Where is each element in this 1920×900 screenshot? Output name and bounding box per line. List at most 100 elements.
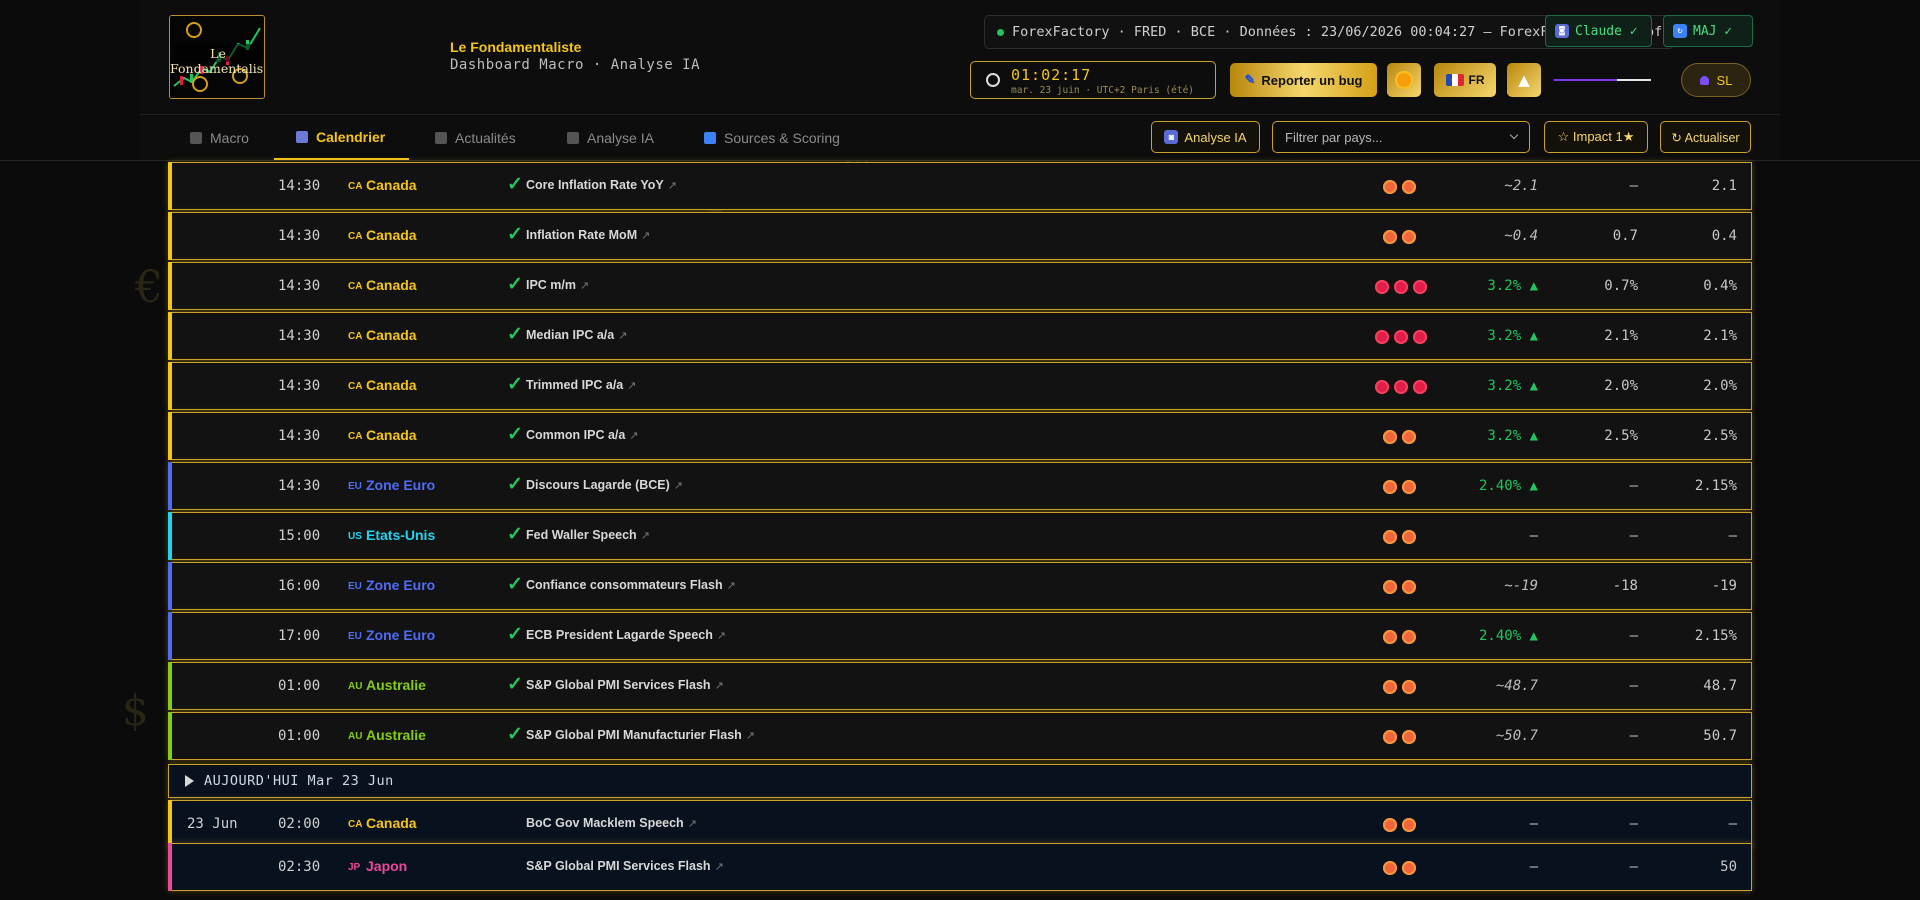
- event-row[interactable]: 17:00 EU Zone Euro ✓ ECB President Lagarde S…: [168, 612, 1752, 660]
- country-code: AU: [348, 681, 363, 692]
- impact-dot-icon: [1402, 180, 1416, 194]
- claude-status-button[interactable]: ◙ Claude ✓: [1545, 15, 1652, 47]
- event-name[interactable]: S&P Global PMI Services Flash ↗: [526, 859, 724, 873]
- event-name[interactable]: Common IPC a/a ↗: [526, 428, 639, 442]
- previous-value: 2.15%: [1694, 478, 1737, 494]
- event-row[interactable]: 15:00 US Etats-Unis ✓ Fed Waller Speech ↗ — — —: [168, 512, 1752, 560]
- event-name[interactable]: BoC Gov Macklem Speech ↗: [526, 816, 697, 830]
- external-link-icon[interactable]: ↗: [717, 630, 726, 642]
- event-row[interactable]: 14:30 CA Canada ✓ Trimmed IPC a/a ↗ 3.2% ▲ 2.0%…: [168, 362, 1752, 410]
- euro-glyph-bg: €: [135, 262, 163, 313]
- event-name[interactable]: Core Inflation Rate YoY ↗: [526, 178, 677, 192]
- event-name-text: IPC m/m: [526, 278, 577, 292]
- event-row[interactable]: 01:00 AU Australie ✓ S&P Global PMI Manufact…: [168, 712, 1752, 760]
- event-row[interactable]: 14:30 CA Canada ✓ Median IPC a/a ↗ 3.2% ▲ 2.1% 2…: [168, 312, 1752, 360]
- event-row[interactable]: 14:30 CA Canada ✓ Core Inflation Rate YoY ↗ ~2…: [168, 162, 1752, 210]
- robot-icon: ◙: [1555, 24, 1569, 38]
- external-link-icon[interactable]: ↗: [618, 330, 627, 342]
- tab-actualites[interactable]: Actualités: [435, 115, 516, 160]
- country-code: CA: [348, 431, 363, 442]
- forecast-value: 2.1%: [1604, 328, 1638, 344]
- checkmark-icon: ✓: [507, 374, 523, 395]
- external-link-icon[interactable]: ↗: [688, 818, 697, 830]
- event-row[interactable]: 02:30 JP Japon S&P Global PMI Services Flas…: [168, 843, 1752, 891]
- country-name: Australie: [366, 727, 426, 743]
- event-row[interactable]: 01:00 AU Australie ✓ S&P Global PMI Services…: [168, 662, 1752, 710]
- actual-value: ~48.7: [1495, 678, 1538, 694]
- user-menu-button[interactable]: SL: [1681, 63, 1751, 97]
- actual-value: 2.40% ▲: [1478, 478, 1538, 494]
- day-header-today[interactable]: AUJOURD'HUI Mar 23 Jun: [168, 764, 1752, 798]
- previous-value: 48.7: [1703, 678, 1737, 694]
- impact-filter-button[interactable]: ☆ Impact 1★: [1544, 121, 1648, 153]
- external-link-icon[interactable]: ↗: [580, 280, 589, 292]
- event-name[interactable]: Median IPC a/a ↗: [526, 328, 627, 342]
- checkmark-icon: ✓: [507, 474, 523, 495]
- tab-calendrier[interactable]: Calendrier: [274, 115, 410, 160]
- analyse-ia-button[interactable]: ◙ Analyse IA: [1151, 121, 1260, 153]
- external-link-icon[interactable]: ↗: [641, 230, 650, 242]
- external-link-icon[interactable]: ↗: [627, 380, 636, 392]
- impact-dot-icon: [1375, 330, 1389, 344]
- event-time: 02:30: [278, 859, 321, 875]
- alert-button[interactable]: ▲: [1507, 63, 1541, 97]
- event-name-text: S&P Global PMI Manufacturier Flash: [526, 728, 742, 742]
- refresh-button[interactable]: ↻ Actualiser: [1660, 121, 1751, 153]
- country-color-band: [168, 843, 172, 891]
- refresh-icon: ↻: [1673, 24, 1687, 38]
- event-name-text: Inflation Rate MoM: [526, 228, 638, 242]
- logo-lettering: Le Fondamentaliste: [170, 46, 264, 76]
- external-link-icon[interactable]: ↗: [746, 730, 755, 742]
- external-link-icon[interactable]: ↗: [641, 530, 650, 542]
- user-initials: SL: [1716, 72, 1733, 88]
- event-name[interactable]: Inflation Rate MoM ↗: [526, 228, 650, 242]
- country-name: Etats-Unis: [366, 527, 436, 543]
- event-name-text: Fed Waller Speech: [526, 528, 637, 542]
- logo[interactable]: Le Fondamentaliste: [169, 15, 265, 99]
- previous-value: 50: [1720, 859, 1737, 875]
- country-color-band: [168, 262, 172, 310]
- event-name[interactable]: ECB President Lagarde Speech ↗: [526, 628, 726, 642]
- update-status-button[interactable]: ↻ MAJ ✓: [1663, 15, 1753, 47]
- impact-dot-icon: [1383, 730, 1397, 744]
- event-name[interactable]: Confiance consommateurs Flash ↗: [526, 578, 736, 592]
- language-button[interactable]: FR: [1434, 63, 1496, 97]
- impact-dot-icon: [1383, 430, 1397, 444]
- external-link-icon[interactable]: ↗: [674, 480, 683, 492]
- event-name[interactable]: Trimmed IPC a/a ↗: [526, 378, 636, 392]
- event-name[interactable]: IPC m/m ↗: [526, 278, 589, 292]
- country-color-band: [168, 312, 172, 360]
- event-row[interactable]: 14:30 CA Canada ✓ Inflation Rate MoM ↗ ~0.4 0.7…: [168, 212, 1752, 260]
- event-name-text: Common IPC a/a: [526, 428, 626, 442]
- external-link-icon[interactable]: ↗: [629, 430, 638, 442]
- event-name[interactable]: Fed Waller Speech ↗: [526, 528, 650, 542]
- volume-slider[interactable]: [1554, 79, 1651, 81]
- actual-value: —: [1529, 528, 1538, 544]
- event-name[interactable]: Discours Lagarde (BCE) ↗: [526, 478, 683, 492]
- external-link-icon[interactable]: ↗: [715, 861, 724, 873]
- event-row[interactable]: 14:30 CA Canada ✓ IPC m/m ↗ 3.2% ▲ 0.7% 0.4%: [168, 262, 1752, 310]
- language-label: FR: [1468, 73, 1485, 87]
- event-row[interactable]: 16:00 EU Zone Euro ✓ Confiance consommateurs…: [168, 562, 1752, 610]
- event-name[interactable]: S&P Global PMI Services Flash ↗: [526, 678, 724, 692]
- tab-sources-scoring[interactable]: Sources & Scoring: [704, 115, 840, 160]
- report-bug-button[interactable]: ✎ Reporter un bug: [1230, 63, 1377, 97]
- event-time: 17:00: [278, 628, 321, 644]
- event-row[interactable]: 23 Jun 02:00 CA Canada BoC Gov Macklem Speec…: [168, 800, 1752, 848]
- tab-macro[interactable]: Macro: [190, 115, 249, 160]
- country-code: CA: [348, 281, 363, 292]
- external-link-icon[interactable]: ↗: [715, 680, 724, 692]
- theme-toggle-button[interactable]: [1387, 63, 1421, 97]
- event-row[interactable]: 14:30 CA Canada ✓ Common IPC a/a ↗ 3.2% ▲ 2.5% 2…: [168, 412, 1752, 460]
- forecast-value: —: [1629, 628, 1638, 644]
- event-row[interactable]: 14:30 EU Zone Euro ✓ Discours Lagarde (BCE) ↗…: [168, 462, 1752, 510]
- actual-value: —: [1529, 816, 1538, 832]
- tab-analyse-ia[interactable]: Analyse IA: [567, 115, 654, 160]
- external-link-icon[interactable]: ↗: [668, 180, 677, 192]
- event-name[interactable]: S&P Global PMI Manufacturier Flash ↗: [526, 728, 755, 742]
- external-link-icon[interactable]: ↗: [727, 580, 736, 592]
- country-filter-select[interactable]: Filtrer par pays...: [1272, 121, 1530, 153]
- previous-value: -19: [1711, 578, 1737, 594]
- app-header: Le Fondamentaliste Le Fondamentaliste Da…: [140, 0, 1780, 115]
- forecast-value: —: [1629, 728, 1638, 744]
